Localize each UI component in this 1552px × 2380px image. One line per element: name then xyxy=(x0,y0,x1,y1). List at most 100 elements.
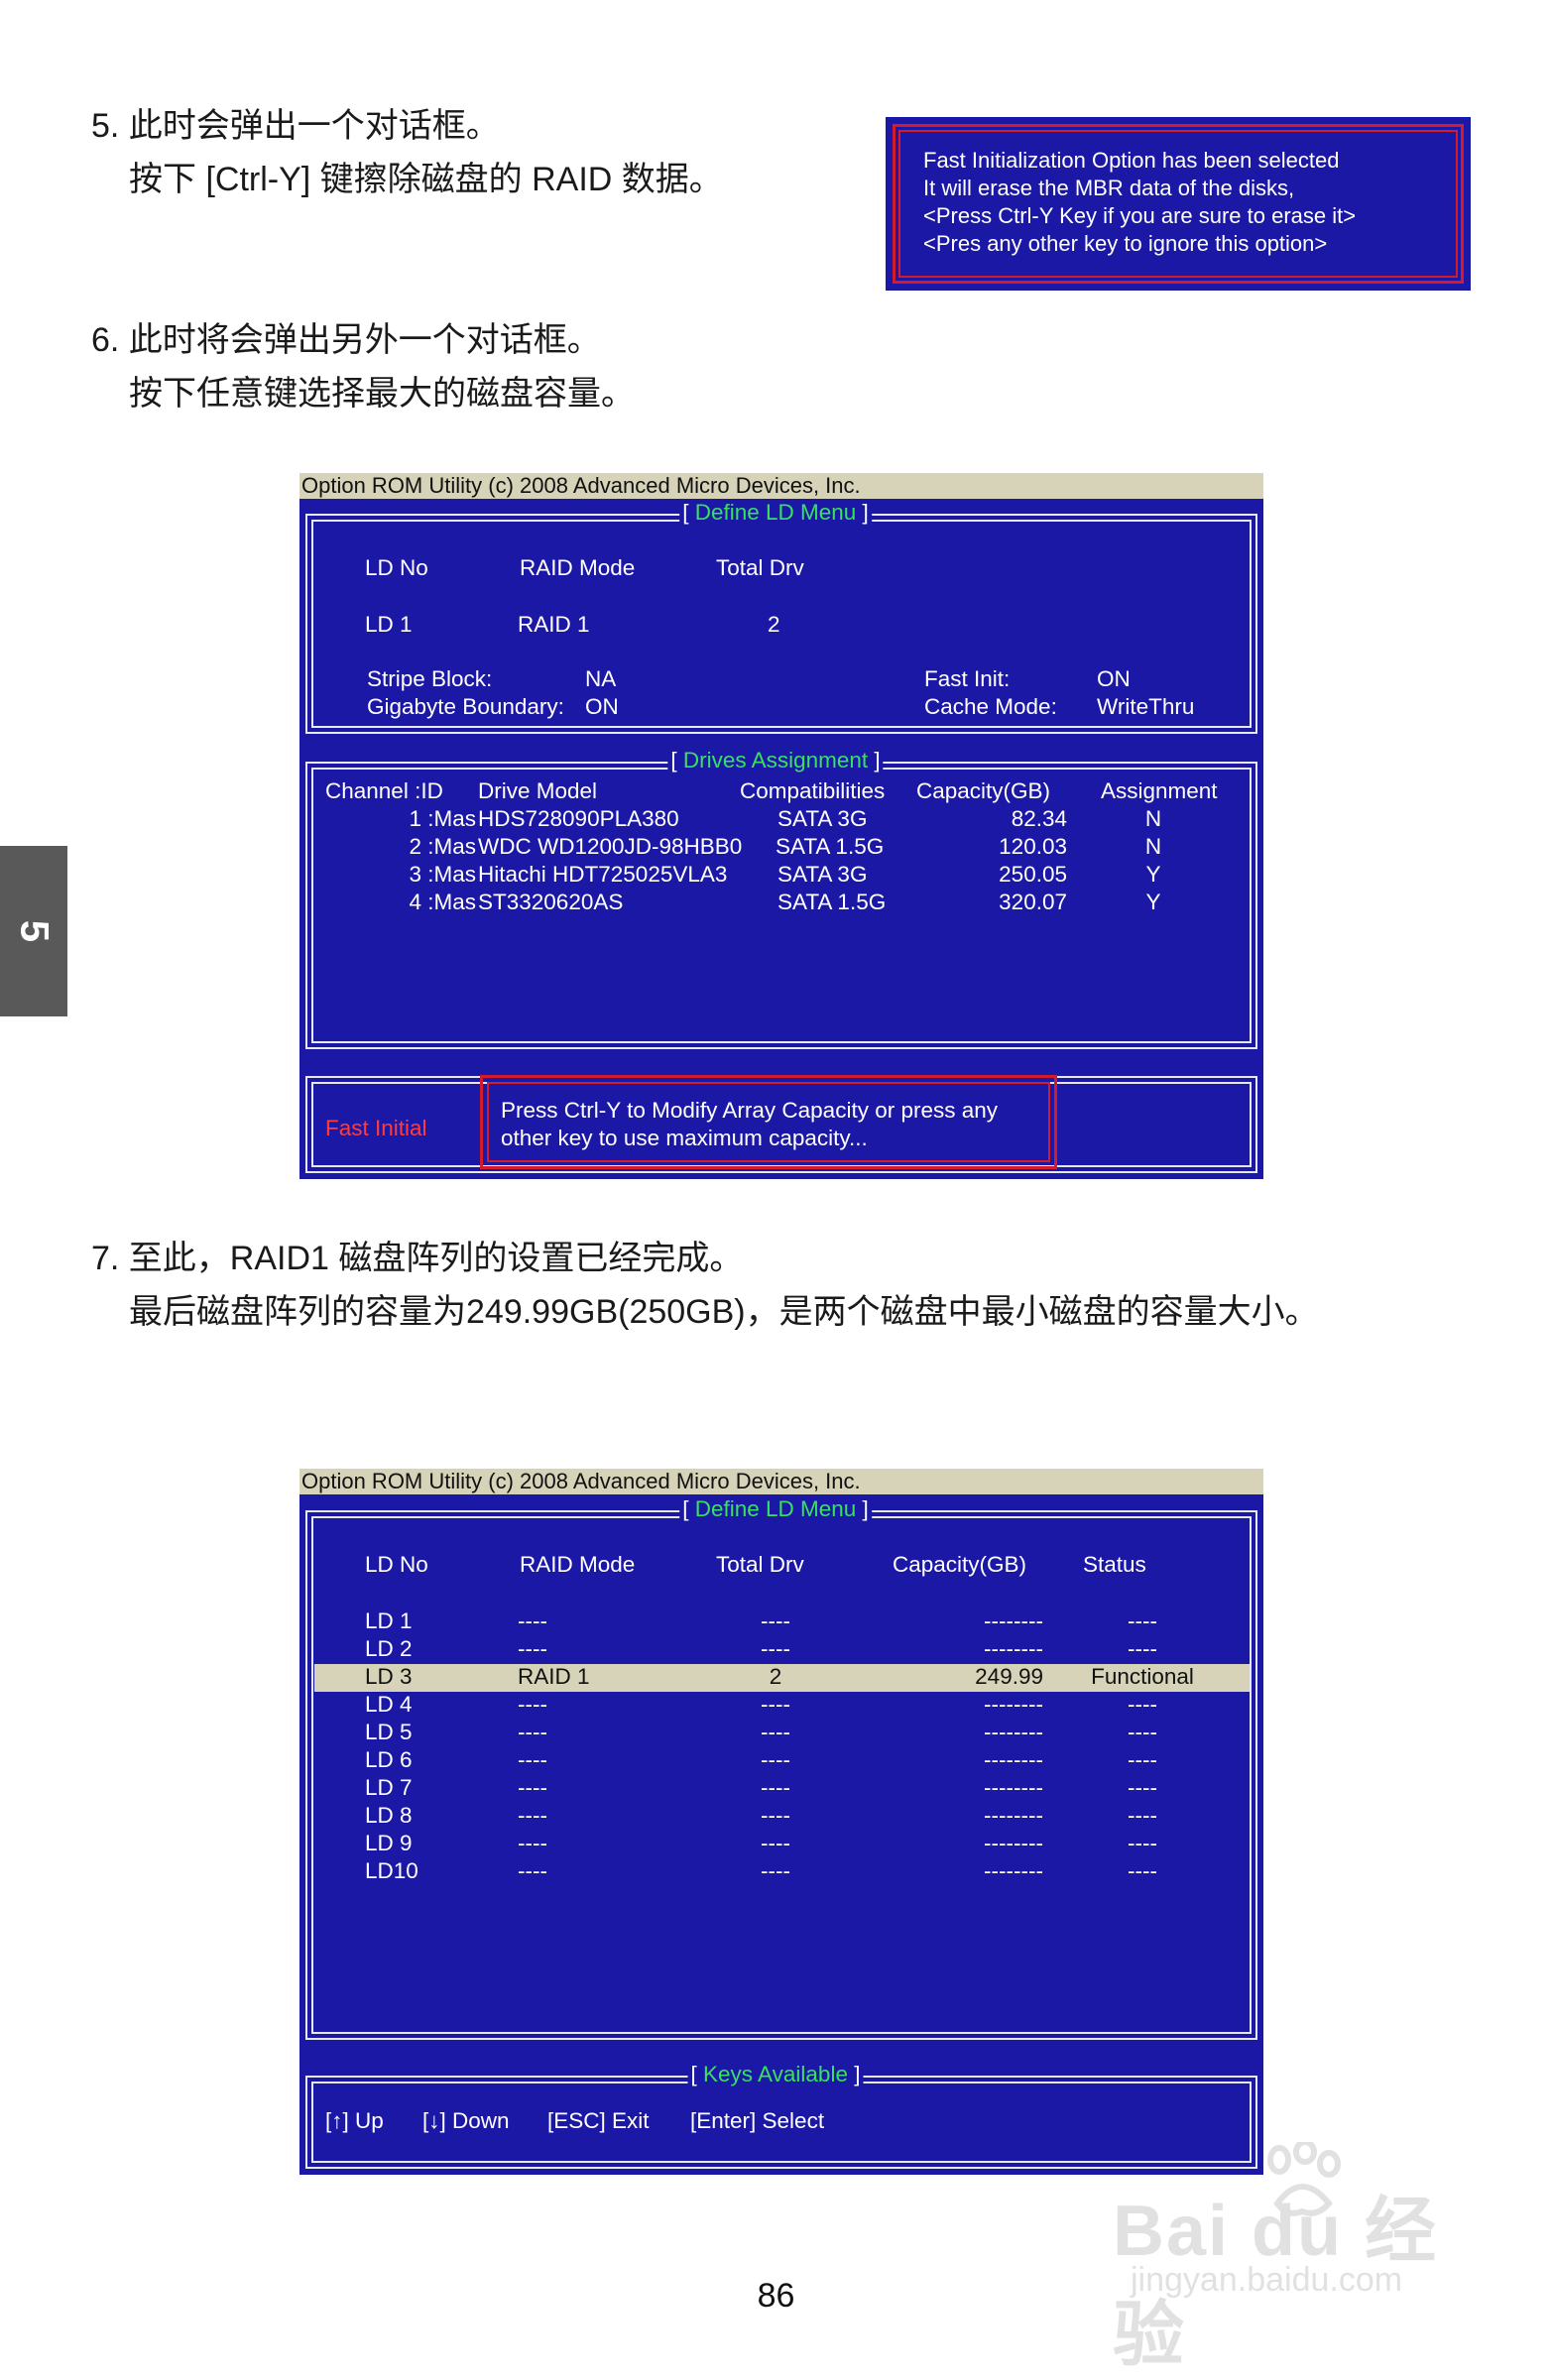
fast-init-label: Fast Init: xyxy=(924,666,1011,691)
ld-status: ---- xyxy=(1128,1775,1157,1800)
key-enter-hint: [Enter] Select xyxy=(690,2108,825,2133)
step5-line2: 按下 [Ctrl-Y] 键擦除磁盘的 RAID 数据。 xyxy=(129,161,723,198)
drive-compat: SATA 3G xyxy=(777,806,868,831)
bios-screen-ld-list: Option ROM Utility (c) 2008 Advanced Mic… xyxy=(299,1469,1263,2175)
drive-id: 3 :Mas xyxy=(409,862,476,887)
ld-raid-mode: ---- xyxy=(518,1692,547,1717)
fast-initial-label: Fast Initial xyxy=(325,1116,427,1140)
ld-raid-mode: ---- xyxy=(518,1831,547,1855)
ld-total-drv: ---- xyxy=(761,1636,790,1661)
ld-capacity: -------- xyxy=(984,1636,1043,1661)
header-total-drv: Total Drv xyxy=(716,1552,804,1577)
chapter-tab: 5 xyxy=(0,846,67,1016)
drive-id: 2 :Mas xyxy=(409,834,476,859)
ld-raid-mode: ---- xyxy=(518,1775,547,1800)
ld-capacity: 249.99 xyxy=(975,1664,1043,1689)
header-total-drv: Total Drv xyxy=(716,555,804,580)
drive-id: 4 :Mas xyxy=(409,890,476,914)
ld-number: LD 1 xyxy=(365,612,413,637)
drive-capacity: 320.07 xyxy=(999,890,1067,914)
ld-status: ---- xyxy=(1128,1692,1157,1717)
drive-assignment[interactable]: Y xyxy=(1138,862,1168,888)
drive-model: ST3320620AS xyxy=(478,890,624,914)
gigabyte-boundary-label: Gigabyte Boundary: xyxy=(367,694,564,719)
ld-status: ---- xyxy=(1128,1608,1157,1633)
ld-capacity: -------- xyxy=(984,1747,1043,1772)
key-up-hint: [↑] Up xyxy=(325,2108,384,2133)
ld-capacity: -------- xyxy=(984,1692,1043,1717)
ld-capacity: -------- xyxy=(984,1775,1043,1800)
fast-init-dialog: Fast Initialization Option has been sele… xyxy=(886,117,1471,291)
ld-status: Functional xyxy=(1091,1664,1194,1689)
ld-total-drv: ---- xyxy=(761,1775,790,1800)
fast-init-value[interactable]: ON xyxy=(1097,666,1131,692)
drives-assignment-legend: [ Drives Assignment ] xyxy=(667,748,884,774)
ld-total-drv: ---- xyxy=(761,1858,790,1883)
drive-capacity: 120.03 xyxy=(999,834,1067,859)
ld-capacity: -------- xyxy=(984,1803,1043,1828)
ld-raid-mode: RAID 1 xyxy=(518,1664,590,1689)
ld-raid-mode: ---- xyxy=(518,1720,547,1744)
drive-header-channel: Channel :ID xyxy=(325,778,443,803)
ld-total-drv: ---- xyxy=(761,1803,790,1828)
cache-mode-label: Cache Mode: xyxy=(924,694,1057,719)
drive-compat: SATA 1.5G xyxy=(777,890,887,914)
header-raid-mode: RAID Mode xyxy=(520,555,636,580)
watermark-url: jingyan.baidu.com xyxy=(1131,2261,1403,2299)
stripe-block-value[interactable]: NA xyxy=(585,666,616,692)
drive-assignment[interactable]: N xyxy=(1138,834,1168,860)
header-ld-no: LD No xyxy=(365,555,428,580)
capacity-prompt-box: Press Ctrl-Y to Modify Array Capacity or… xyxy=(480,1075,1057,1169)
step5-line1: 5. 此时会弹出一个对话框。 xyxy=(91,107,500,145)
ld-status: ---- xyxy=(1128,1858,1157,1883)
ld-total-drv: ---- xyxy=(761,1831,790,1855)
ld-number: LD 2 xyxy=(365,1636,413,1661)
ld-capacity: -------- xyxy=(984,1831,1043,1855)
drive-assignment[interactable]: N xyxy=(1138,806,1168,832)
step6-line2: 按下任意键选择最大的磁盘容量。 xyxy=(129,375,635,413)
bios-title: Option ROM Utility (c) 2008 Advanced Mic… xyxy=(299,473,1263,499)
ld-number: LD 8 xyxy=(365,1803,413,1828)
dialog-line-2: It will erase the MBR data of the disks, xyxy=(923,176,1295,200)
drive-assignment[interactable]: Y xyxy=(1138,890,1168,915)
key-esc-hint: [ESC] Exit xyxy=(547,2108,650,2133)
ld-number: LD 4 xyxy=(365,1692,413,1717)
keys-available-legend: [ Keys Available ] xyxy=(687,2062,864,2087)
header-capacity: Capacity(GB) xyxy=(893,1552,1027,1577)
ld-number: LD 6 xyxy=(365,1747,413,1772)
ld-status: ---- xyxy=(1128,1636,1157,1661)
drive-compat: SATA 1.5G xyxy=(776,834,885,859)
ld-total-drv: ---- xyxy=(761,1692,790,1717)
step6-line1: 6. 此时将会弹出另外一个对话框。 xyxy=(91,321,601,359)
ld-total-drv: ---- xyxy=(761,1747,790,1772)
ld-total-drv: 2 xyxy=(768,612,780,637)
ld-number: LD 1 xyxy=(365,1608,413,1633)
define-ld-legend: [ Define LD Menu ] xyxy=(679,1496,872,1522)
ld-raid-mode: ---- xyxy=(518,1858,547,1883)
drive-id: 1 :Mas xyxy=(409,806,476,831)
header-raid-mode: RAID Mode xyxy=(520,1552,636,1577)
key-down-hint: [↓] Down xyxy=(422,2108,510,2133)
drive-header-capacity: Capacity(GB) xyxy=(916,778,1051,803)
ld-total-drv: ---- xyxy=(761,1720,790,1744)
ld-raid-mode: RAID 1 xyxy=(518,612,590,637)
dialog-line-4: <Pres any other key to ignore this optio… xyxy=(923,231,1328,256)
capacity-prompt-line2: other key to use maximum capacity... xyxy=(501,1126,868,1150)
ld-status: ---- xyxy=(1128,1803,1157,1828)
ld-total-drv: 2 xyxy=(769,1664,782,1689)
ld-total-drv: ---- xyxy=(761,1608,790,1633)
ld-number: LD 5 xyxy=(365,1720,413,1744)
ld-raid-mode: ---- xyxy=(518,1636,547,1661)
ld-status: ---- xyxy=(1128,1831,1157,1855)
bios-screen-define-ld: Option ROM Utility (c) 2008 Advanced Mic… xyxy=(299,473,1263,1179)
gigabyte-boundary-value[interactable]: ON xyxy=(585,694,619,720)
ld-number: LD 3 xyxy=(365,1664,413,1689)
ld-capacity: -------- xyxy=(984,1720,1043,1744)
drive-model: WDC WD1200JD-98HBB0 xyxy=(478,834,743,859)
drive-header-compat: Compatibilities xyxy=(740,778,886,803)
ld-capacity: -------- xyxy=(984,1858,1043,1883)
ld-capacity: -------- xyxy=(984,1608,1043,1633)
stripe-block-label: Stripe Block: xyxy=(367,666,493,691)
cache-mode-value[interactable]: WriteThru xyxy=(1097,694,1194,720)
drive-model: Hitachi HDT725025VLA3 xyxy=(478,862,728,887)
